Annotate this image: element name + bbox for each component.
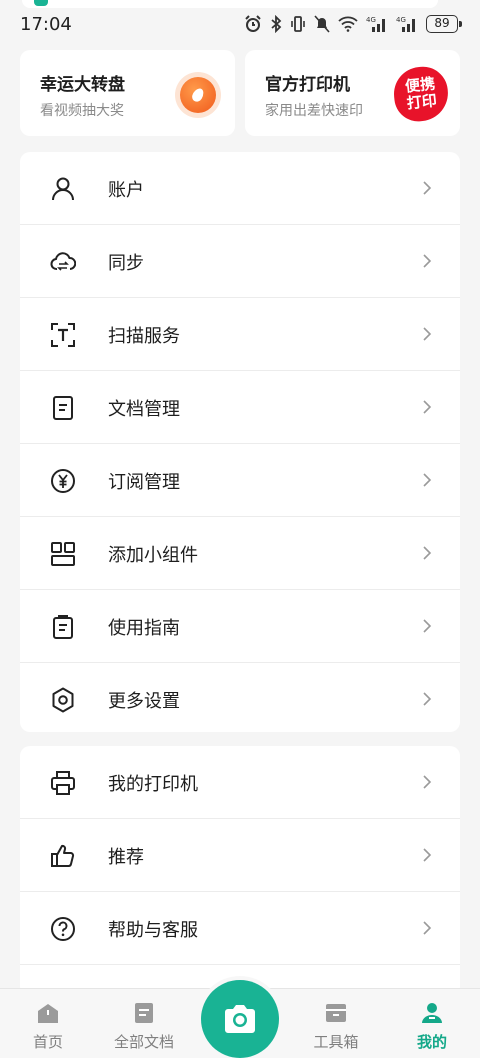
menu-item-subscription[interactable]: 订阅管理 — [20, 444, 460, 517]
menu-item-scan-service[interactable]: 扫描服务 — [20, 298, 460, 371]
settings-menu-card: 账户 同步 扫描服务 文档管理 订阅管理 添加小组件 使用指南 更多设置 — [20, 152, 460, 732]
menu-label: 帮助与客服 — [108, 920, 198, 941]
chevron-right-icon — [423, 400, 432, 414]
menu-item-more-settings[interactable]: 更多设置 — [20, 663, 460, 732]
scrolled-card-edge — [22, 0, 438, 8]
chevron-right-icon — [423, 619, 432, 633]
help-icon — [50, 916, 76, 942]
menu-label: 账户 — [108, 180, 144, 201]
chevron-right-icon — [423, 775, 432, 789]
document-icon — [50, 395, 76, 421]
mute-bell-icon — [314, 15, 330, 33]
status-icons: 4G 4G 89 — [244, 15, 462, 33]
profile-icon — [422, 1003, 442, 1023]
tab-label: 工具箱 — [313, 1033, 359, 1051]
tab-label: 我的 — [416, 1033, 447, 1051]
tab-all-documents[interactable]: 全部文档 — [96, 989, 192, 1058]
svg-text:4G: 4G — [396, 16, 406, 24]
lucky-wheel-icon — [175, 72, 221, 118]
status-time: 17:04 — [20, 14, 72, 35]
promo-title: 官方打印机 — [265, 75, 350, 95]
camera-icon — [225, 1005, 255, 1033]
lucky-wheel-card[interactable]: 幸运大转盘 看视频抽大奖 — [20, 50, 235, 136]
tab-home[interactable]: 首页 — [0, 989, 96, 1058]
menu-item-help-support[interactable]: 帮助与客服 — [20, 892, 460, 965]
guide-icon — [50, 614, 76, 640]
chevron-right-icon — [423, 921, 432, 935]
menu-label: 扫描服务 — [108, 326, 180, 347]
menu-item-sync[interactable]: 同步 — [20, 225, 460, 298]
menu-label: 文档管理 — [108, 399, 180, 420]
cloud-sync-icon — [50, 249, 76, 275]
bluetooth-icon — [271, 15, 282, 33]
gear-icon — [50, 687, 76, 713]
status-bar: 17:04 4G 4G 89 — [0, 0, 480, 48]
promo-subtitle: 家用出差快速印 — [265, 103, 363, 119]
service-menu-card: 我的打印机 推荐 帮助与客服 — [20, 746, 460, 996]
signal-4g-icon-2: 4G — [396, 16, 415, 32]
vibrate-icon — [291, 16, 305, 32]
all-docs-icon — [135, 1003, 153, 1023]
tab-label: 首页 — [32, 1033, 63, 1051]
camera-scan-button[interactable] — [201, 980, 279, 1058]
menu-label: 使用指南 — [108, 618, 180, 639]
battery-indicator: 89 — [426, 15, 462, 33]
chevron-right-icon — [423, 692, 432, 706]
official-printer-card[interactable]: 官方打印机 家用出差快速印 便携 打印 — [245, 50, 460, 136]
printer-icon — [50, 770, 76, 796]
chevron-right-icon — [423, 327, 432, 341]
menu-label: 同步 — [108, 253, 144, 274]
menu-item-my-printer[interactable]: 我的打印机 — [20, 746, 460, 819]
signal-4g-icon: 4G — [366, 16, 385, 32]
menu-item-recommend[interactable]: 推荐 — [20, 819, 460, 892]
tab-label: 全部文档 — [113, 1033, 174, 1051]
menu-item-account[interactable]: 账户 — [20, 152, 460, 225]
menu-label: 推荐 — [108, 847, 144, 868]
menu-item-user-guide[interactable]: 使用指南 — [20, 590, 460, 663]
chevron-right-icon — [423, 473, 432, 487]
menu-item-document-management[interactable]: 文档管理 — [20, 371, 460, 444]
promo-title: 幸运大转盘 — [40, 75, 125, 95]
chevron-right-icon — [423, 848, 432, 862]
menu-label: 订阅管理 — [108, 472, 180, 493]
chevron-right-icon — [423, 254, 432, 268]
yen-icon — [50, 468, 76, 494]
alarm-icon — [245, 15, 261, 32]
promo-subtitle: 看视频抽大奖 — [40, 103, 124, 119]
menu-label: 我的打印机 — [108, 774, 198, 795]
thumbs-up-icon — [50, 843, 76, 869]
widget-icon — [50, 541, 76, 567]
chevron-right-icon — [423, 181, 432, 195]
home-icon — [38, 1004, 58, 1023]
tab-mine[interactable]: 我的 — [384, 989, 480, 1058]
chevron-right-icon — [423, 546, 432, 560]
svg-text:4G: 4G — [366, 16, 376, 24]
wifi-icon — [338, 16, 358, 32]
user-icon — [50, 176, 76, 202]
promo-row: 幸运大转盘 看视频抽大奖 官方打印机 家用出差快速印 便携 打印 — [20, 50, 460, 136]
menu-label: 添加小组件 — [108, 545, 198, 566]
toolbox-icon — [326, 1004, 346, 1022]
portable-print-badge: 便携 打印 — [391, 64, 451, 124]
menu-label: 更多设置 — [108, 691, 180, 712]
scan-text-icon — [50, 322, 76, 348]
menu-item-add-widget[interactable]: 添加小组件 — [20, 517, 460, 590]
tab-toolbox[interactable]: 工具箱 — [288, 989, 384, 1058]
